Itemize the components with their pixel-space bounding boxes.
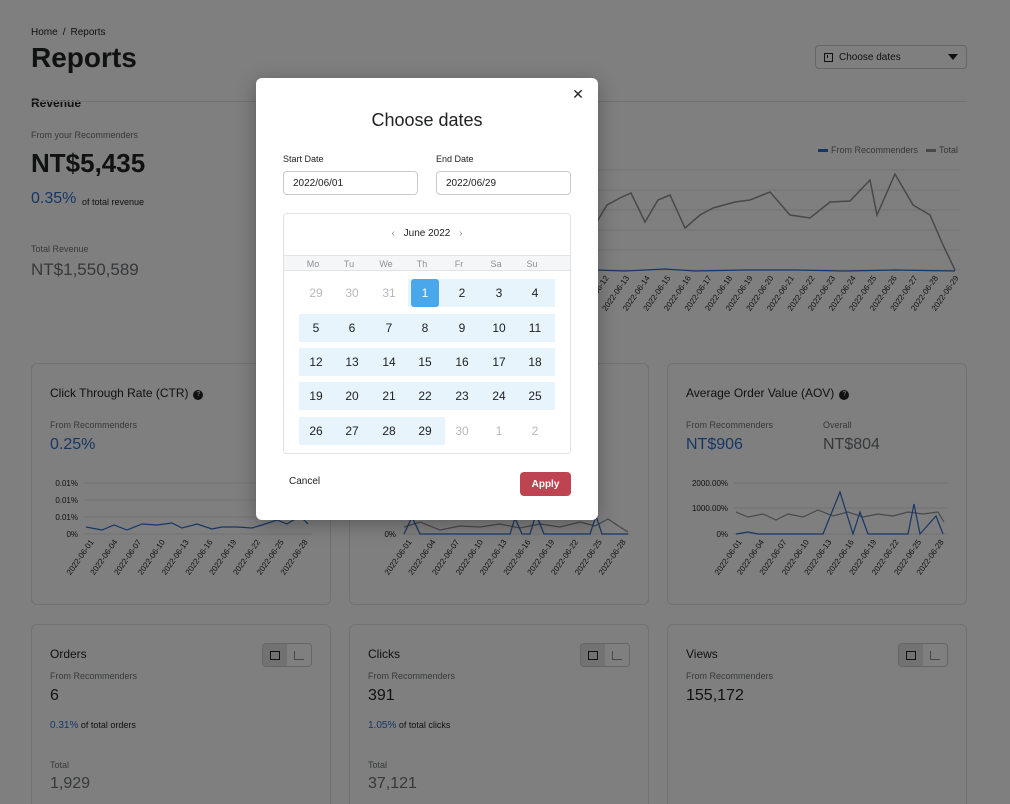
weekday-label: We	[379, 259, 393, 269]
calendar-day[interactable]: 9	[448, 314, 476, 342]
calendar-day[interactable]: 6	[338, 314, 366, 342]
calendar-day[interactable]: 28	[375, 417, 403, 445]
calendar-day[interactable]: 2	[521, 417, 549, 445]
weekday-label: Mo	[306, 259, 320, 269]
apply-button[interactable]: Apply	[520, 472, 571, 496]
calendar-day[interactable]: 14	[375, 348, 403, 376]
calendar-day[interactable]: 30	[338, 279, 366, 307]
calendar-day[interactable]: 23	[448, 382, 476, 410]
calendar-day[interactable]: 16	[448, 348, 476, 376]
close-icon[interactable]: ✕	[570, 86, 586, 102]
weekday-header: Mo Tu We Th Fr Sa Su	[284, 255, 570, 271]
start-date-label: Start Date	[283, 154, 324, 164]
calendar-day[interactable]: 22	[411, 382, 439, 410]
calendar-day[interactable]: 2	[448, 279, 476, 307]
start-date-input[interactable]	[283, 171, 418, 195]
prev-month-icon[interactable]: ‹	[392, 228, 395, 239]
calendar-day[interactable]: 1	[411, 279, 439, 307]
next-month-icon[interactable]: ›	[459, 228, 462, 239]
calendar-month: June 2022	[403, 228, 451, 239]
calendar-day[interactable]: 29	[411, 417, 439, 445]
calendar-day[interactable]: 24	[485, 382, 513, 410]
calendar-day[interactable]: 25	[521, 382, 549, 410]
calendar-day[interactable]: 1	[485, 417, 513, 445]
calendar-day[interactable]: 31	[375, 279, 403, 307]
calendar-day[interactable]: 12	[302, 348, 330, 376]
weekday-label: Tu	[343, 259, 355, 269]
calendar-day[interactable]: 5	[302, 314, 330, 342]
weekday-label: Su	[526, 259, 538, 269]
calendar-day[interactable]: 4	[521, 279, 549, 307]
end-date-label: End Date	[436, 154, 474, 164]
calendar-day[interactable]: 13	[338, 348, 366, 376]
calendar-day[interactable]: 8	[411, 314, 439, 342]
modal-title: Choose dates	[371, 110, 483, 130]
calendar-header: ‹ June 2022 ›	[284, 228, 570, 239]
calendar: ‹ June 2022 › Mo Tu We Th Fr Sa Su 29 30 31 1 2 3 4 5…	[283, 213, 571, 454]
calendar-day[interactable]: 18	[521, 348, 549, 376]
choose-dates-modal: ✕ Choose dates Start Date End Date ‹ Jun…	[256, 78, 598, 520]
calendar-day[interactable]: 21	[375, 382, 403, 410]
end-date-input[interactable]	[436, 171, 571, 195]
calendar-day[interactable]: 17	[485, 348, 513, 376]
weekday-label: Sa	[490, 259, 502, 269]
calendar-day[interactable]: 19	[302, 382, 330, 410]
cancel-button[interactable]: Cancel	[289, 476, 320, 487]
calendar-day[interactable]: 27	[338, 417, 366, 445]
calendar-day[interactable]: 10	[485, 314, 513, 342]
calendar-day[interactable]: 7	[375, 314, 403, 342]
calendar-day[interactable]: 29	[302, 279, 330, 307]
calendar-day[interactable]: 20	[338, 382, 366, 410]
weekday-label: Th	[416, 259, 428, 269]
calendar-day[interactable]: 3	[485, 279, 513, 307]
calendar-day[interactable]: 30	[448, 417, 476, 445]
calendar-day[interactable]: 15	[411, 348, 439, 376]
calendar-day[interactable]: 11	[521, 314, 549, 342]
weekday-label: Fr	[454, 259, 464, 269]
calendar-day[interactable]: 26	[302, 417, 330, 445]
